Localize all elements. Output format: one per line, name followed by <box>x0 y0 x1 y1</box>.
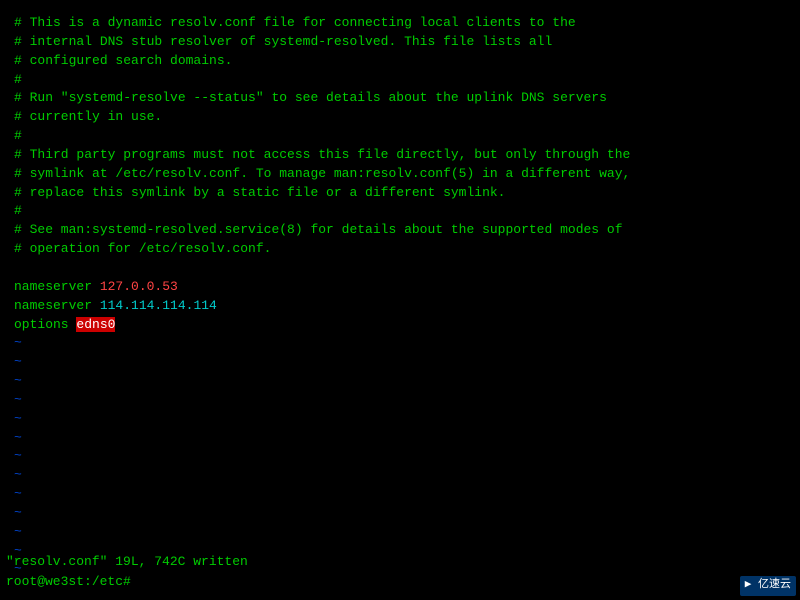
nameserver2-value: 114.114.114.114 <box>100 298 217 313</box>
comment-line-7: # <box>14 127 786 146</box>
comment-line-10: # replace this symlink by a static file … <box>14 184 786 203</box>
comment-line-5: # Run "systemd-resolve --status" to see … <box>14 89 786 108</box>
status-bar: "resolv.conf" 19L, 742C written <box>0 553 800 572</box>
watermark-text: 亿速云 <box>758 579 791 591</box>
tilde-4: ~ <box>14 391 786 410</box>
tilde-2: ~ <box>14 353 786 372</box>
comment-line-3: # configured search domains. <box>14 52 786 71</box>
comment-line-13: # operation for /etc/resolv.conf. <box>14 240 786 259</box>
watermark: ▶ 亿速云 <box>740 576 796 596</box>
terminal: # This is a dynamic resolv.conf file for… <box>0 0 800 600</box>
tilde-6: ~ <box>14 429 786 448</box>
options-value: edns0 <box>76 317 115 332</box>
nameserver1-key: nameserver <box>14 279 100 294</box>
status-text: "resolv.conf" 19L, 742C written <box>6 554 248 569</box>
comment-line-1: # This is a dynamic resolv.conf file for… <box>14 14 786 33</box>
tilde-1: ~ <box>14 334 786 353</box>
tilde-5: ~ <box>14 410 786 429</box>
tilde-lines: ~ ~ ~ ~ ~ ~ ~ ~ ~ ~ ~ ~ ~ <box>14 334 786 579</box>
comment-line-11: # <box>14 202 786 221</box>
comment-line-2: # internal DNS stub resolver of systemd-… <box>14 33 786 52</box>
tilde-10: ~ <box>14 504 786 523</box>
comment-line-4: # <box>14 71 786 90</box>
tilde-11: ~ <box>14 523 786 542</box>
tilde-8: ~ <box>14 466 786 485</box>
options-key: options <box>14 317 76 332</box>
options-line: options edns0 <box>14 316 786 335</box>
tilde-7: ~ <box>14 447 786 466</box>
nameserver1-line: nameserver 127.0.0.53 <box>14 278 786 297</box>
tilde-9: ~ <box>14 485 786 504</box>
nameserver2-key: nameserver <box>14 298 100 313</box>
comment-line-6: # currently in use. <box>14 108 786 127</box>
comment-line-9: # symlink at /etc/resolv.conf. To manage… <box>14 165 786 184</box>
prompt-text: root@we3st:/etc# <box>6 574 131 589</box>
comment-line-12: # See man:systemd-resolved.service(8) fo… <box>14 221 786 240</box>
prompt-line[interactable]: root@we3st:/etc# <box>0 573 800 592</box>
empty-line <box>14 259 786 278</box>
nameserver1-value: 127.0.0.53 <box>100 279 178 294</box>
nameserver2-line: nameserver 114.114.114.114 <box>14 297 786 316</box>
watermark-logo: ▶ <box>745 579 752 591</box>
comment-line-8: # Third party programs must not access t… <box>14 146 786 165</box>
tilde-3: ~ <box>14 372 786 391</box>
